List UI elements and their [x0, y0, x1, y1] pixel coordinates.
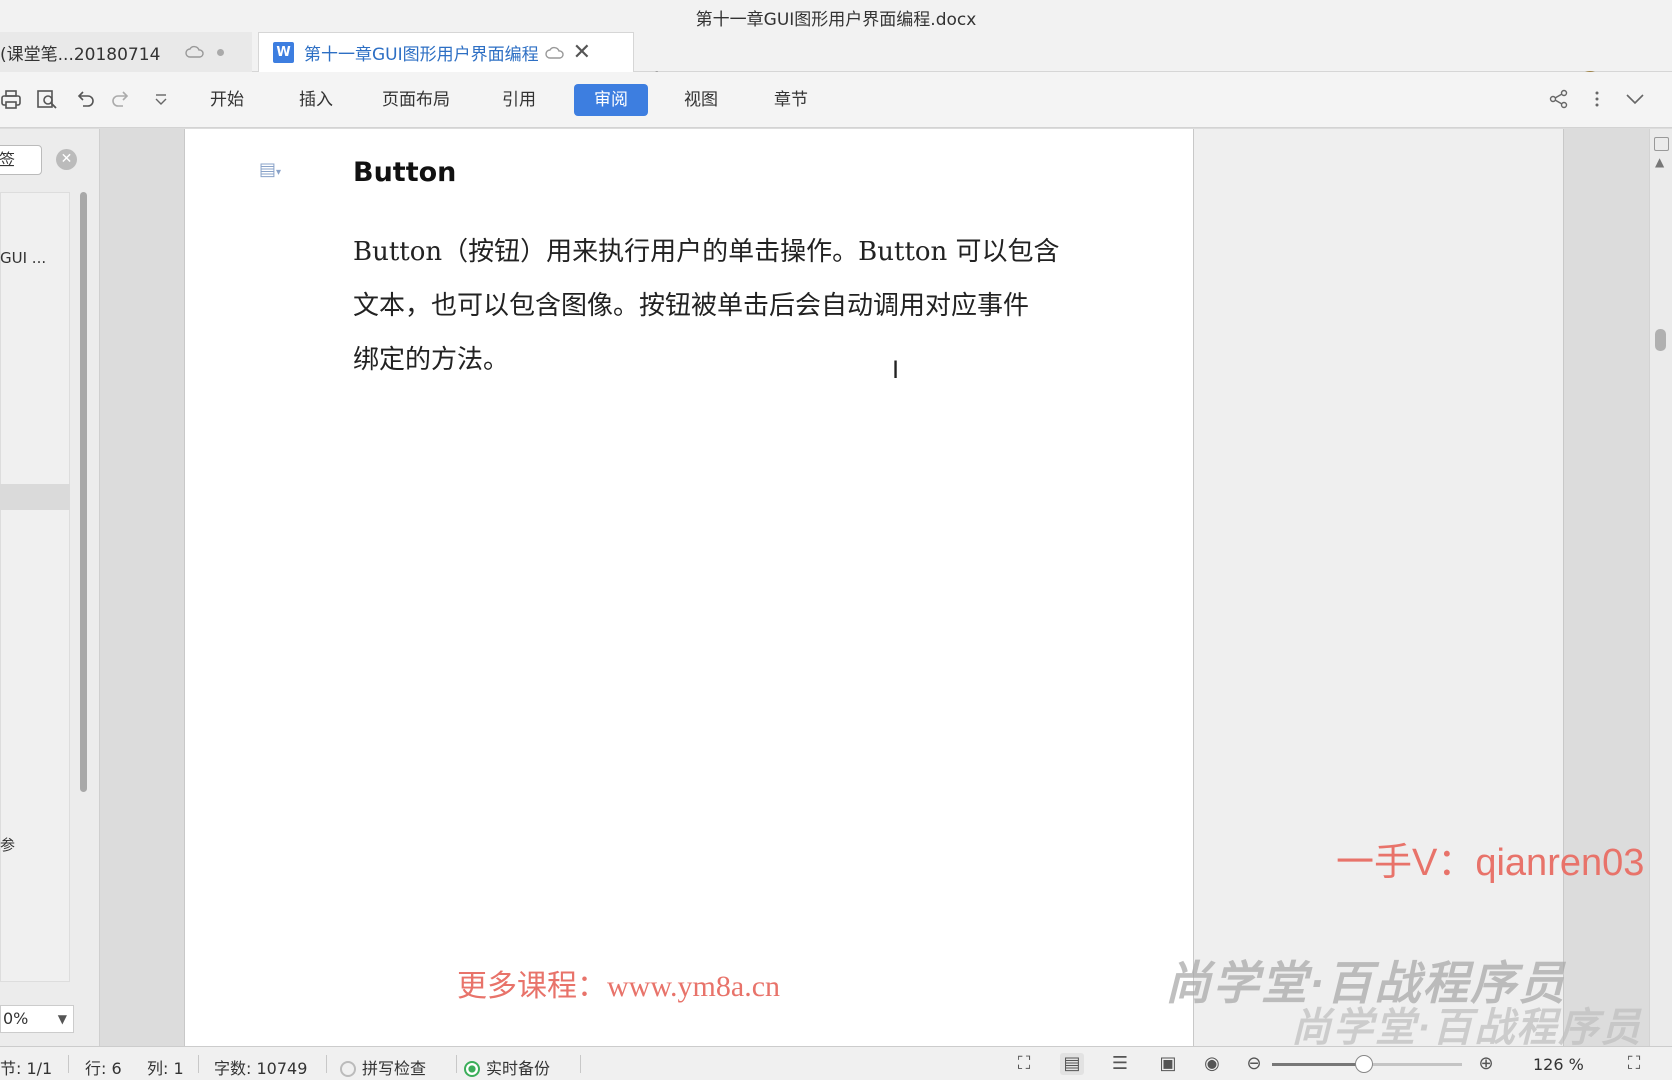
zoom-slider-knob[interactable] [1355, 1055, 1373, 1073]
eye-protection-icon[interactable]: ◉ [1200, 1053, 1224, 1075]
title-bar: 第十一章GUI图形用户界面编程.docx [0, 0, 1672, 30]
nav-scrollbar[interactable] [80, 192, 87, 792]
collapse-ribbon-icon[interactable] [1624, 88, 1646, 110]
menu-page-layout[interactable]: 页面布局 [362, 84, 470, 116]
tab-bar: 课堂笔...20180714) W 第十一章GUI图形用户界面编程 ✕ + 高淇 [0, 30, 1672, 96]
tab-notes[interactable]: 课堂笔...20180714) [0, 32, 252, 72]
nav-list [0, 192, 70, 982]
nav-item-selected[interactable] [0, 484, 70, 510]
undo-icon[interactable] [74, 88, 96, 110]
tab-current-doc[interactable]: W 第十一章GUI图形用户界面编程 ✕ [258, 32, 634, 72]
unsaved-dot-icon [217, 48, 224, 56]
nav-search-input[interactable]: 签 [0, 145, 42, 175]
zoom-slider[interactable] [1272, 1055, 1462, 1073]
status-section: 节: 1/1 [0, 1059, 53, 1078]
divider [456, 1055, 457, 1073]
ribbon-toolbar: 开始 插入 页面布局 引用 审阅 视图 章节 [0, 72, 1672, 128]
fit-window-icon[interactable]: ⛶ [1622, 1053, 1646, 1075]
close-tab-icon[interactable]: ✕ [573, 40, 591, 65]
menu-review[interactable]: 审阅 [574, 84, 648, 116]
nav-zoom-value: 0% [3, 1009, 29, 1028]
zoom-out-icon[interactable]: ⊖ [1242, 1053, 1266, 1075]
cloud-icon [544, 46, 564, 59]
zoom-in-icon[interactable]: ⊕ [1474, 1053, 1498, 1075]
spellcheck-label: 拼写检查 [362, 1059, 427, 1078]
tab-current-doc-label: 第十一章GUI图形用户界面编程 [304, 45, 539, 65]
paragraph-line-1: Button（按钮）用来执行用户的单击操作。Button 可以包含 [353, 237, 1060, 267]
divider [198, 1055, 199, 1073]
backup-status-icon [464, 1061, 480, 1077]
document-area: ▤▾ Button Button（按钮）用来执行用户的单击操作。Button 可… [101, 129, 1649, 1046]
divider [326, 1055, 327, 1073]
window-title: 第十一章GUI图形用户界面编程.docx [695, 10, 977, 30]
text-cursor-icon: I [892, 356, 900, 384]
menu-references[interactable]: 引用 [482, 84, 556, 116]
menu-view[interactable]: 视图 [664, 84, 738, 116]
scrollbar-thumb[interactable] [1655, 329, 1666, 351]
zoom-slider-fill [1272, 1063, 1364, 1066]
split-view-icon[interactable] [1654, 137, 1669, 151]
outline-view-icon[interactable]: ☰ [1108, 1053, 1132, 1075]
paragraph-menu-icon[interactable]: ▤▾ [259, 159, 281, 180]
nav-item-gui[interactable]: GUI ... [0, 249, 46, 267]
quick-access-dropdown-icon[interactable] [150, 88, 172, 110]
status-row: 行: 6 [85, 1059, 122, 1078]
print-preview-icon[interactable] [36, 88, 58, 110]
navigation-panel: 签 ✕ GUI ... 参 0% ▼ [0, 129, 100, 1046]
contact-watermark: 一手V：qianren03 [1336, 842, 1645, 884]
scroll-up-icon[interactable]: ▲ [1655, 155, 1664, 169]
adjacent-page [1194, 129, 1564, 1046]
print-icon[interactable] [0, 88, 22, 110]
document-scrollbar[interactable]: ▲ [1649, 129, 1672, 1046]
doc-paragraph[interactable]: Button（按钮）用来执行用户的单击操作。Button 可以包含 文本，也可以… [353, 225, 1143, 387]
backup-toggle[interactable]: 实时备份 [464, 1055, 550, 1079]
page-view-icon[interactable]: ▤ [1060, 1053, 1084, 1075]
more-options-icon[interactable] [1586, 88, 1608, 110]
status-word-count[interactable]: 字数: 10749 [214, 1055, 307, 1079]
clear-search-icon[interactable]: ✕ [56, 149, 77, 170]
cloud-icon [185, 45, 204, 58]
brand-watermark-2: 尚学堂·百战程序员 [1291, 1006, 1643, 1046]
web-view-icon[interactable]: ▣ [1156, 1053, 1180, 1075]
tab-notes-label: 课堂笔...20180714) [0, 44, 161, 65]
menu-section[interactable]: 章节 [754, 84, 828, 116]
chevron-down-icon: ▼ [57, 1012, 67, 1026]
zoom-level[interactable]: 126 % [1533, 1055, 1584, 1074]
doc-heading[interactable]: Button [353, 157, 456, 188]
word-doc-icon: W [273, 42, 294, 63]
status-col: 列: 1 [147, 1059, 184, 1078]
spellcheck-toggle[interactable]: 拼写检查 [340, 1055, 426, 1079]
document-page[interactable]: ▤▾ Button Button（按钮）用来执行用户的单击操作。Button 可… [184, 129, 1194, 1046]
spellcheck-status-icon [340, 1061, 356, 1077]
status-bar: 节: 1/1 行: 6 列: 1 字数: 10749 拼写检查 实时备份 ⛶ ▤… [0, 1046, 1672, 1080]
nav-item-ref[interactable]: 参 [0, 834, 15, 855]
nav-zoom-select[interactable]: 0% ▼ [0, 1005, 74, 1033]
paragraph-line-2: 文本，也可以包含图像。按钮被单击后会自动调用对应事件 [353, 291, 1030, 321]
divider [580, 1055, 581, 1073]
site-watermark: 更多课程：www.ym8a.cn [457, 970, 781, 1003]
redo-icon[interactable] [110, 88, 132, 110]
full-screen-view-icon[interactable]: ⛶ [1012, 1053, 1036, 1075]
backup-label: 实时备份 [486, 1059, 551, 1078]
divider [68, 1055, 69, 1073]
paragraph-line-3: 绑定的方法。 [353, 345, 510, 375]
menu-home[interactable]: 开始 [190, 84, 264, 116]
menu-insert[interactable]: 插入 [279, 84, 353, 116]
share-icon[interactable] [1548, 88, 1570, 110]
